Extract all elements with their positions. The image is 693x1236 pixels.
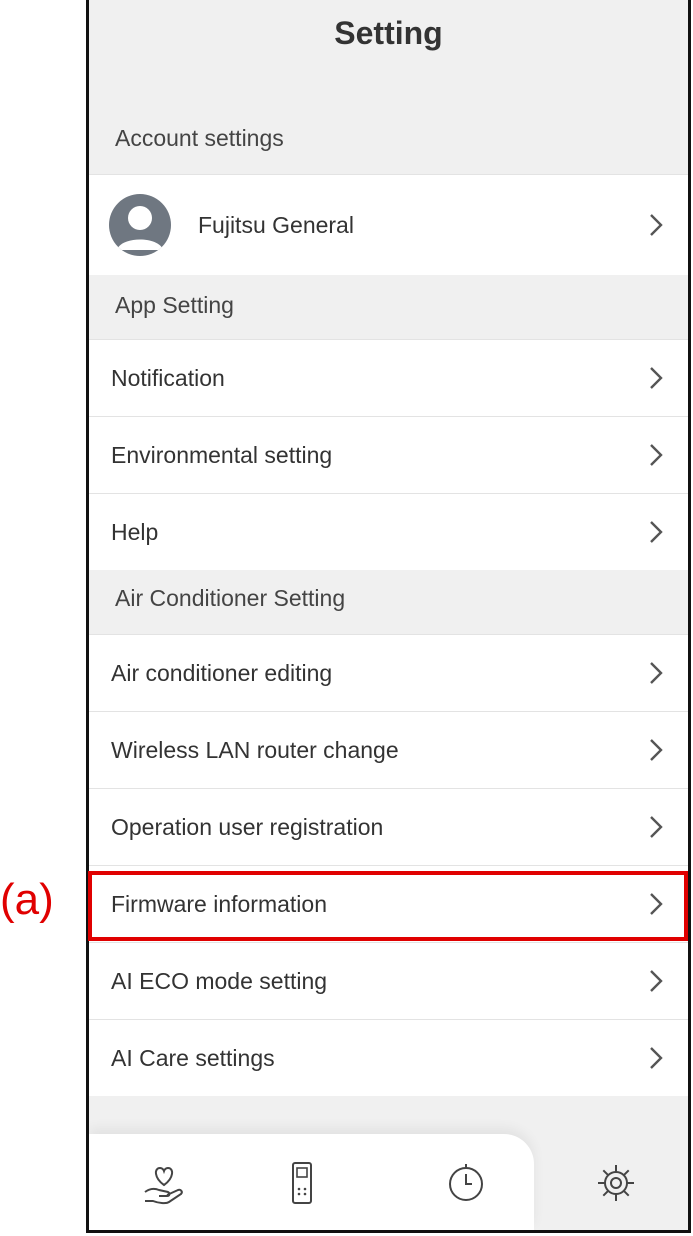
section-header-account: Account settings [89, 75, 688, 174]
menu-item-operation-user-registration[interactable]: Operation user registration [89, 788, 688, 865]
chevron-right-icon [650, 521, 663, 543]
section-header-app: App Setting [89, 275, 688, 339]
menu-item-label: Environmental setting [111, 441, 333, 468]
menu-item-ai-eco-mode-setting[interactable]: AI ECO mode setting [89, 942, 688, 1019]
menu-item-ai-care-settings[interactable]: AI Care settings [89, 1019, 688, 1096]
timer-icon [449, 1164, 483, 1201]
remote-control-icon [292, 1162, 312, 1204]
menu-item-label: Help [111, 518, 159, 545]
menu-item-notification[interactable]: Notification [89, 339, 688, 416]
menu-item-air-conditioner-editing[interactable]: Air conditioner editing [89, 634, 688, 711]
menu-item-label: Notification [111, 364, 225, 391]
annotation-label-a: (a) [0, 875, 54, 924]
chevron-right-icon [650, 1047, 663, 1069]
menu-item-environmental-setting[interactable]: Environmental setting [89, 416, 688, 493]
menu-item-label: Firmware information [111, 890, 327, 917]
heart-hand-icon [144, 1166, 183, 1205]
chevron-right-icon [650, 893, 663, 915]
chevron-right-icon [650, 367, 663, 389]
chevron-right-icon [650, 970, 663, 992]
tab-bar [89, 1134, 688, 1230]
menu-item-firmware-information[interactable]: Firmware information [89, 865, 688, 942]
avatar-icon [109, 194, 171, 256]
page-title: Setting [334, 15, 443, 51]
tab-settings[interactable] [591, 1158, 641, 1208]
tab-remote-control[interactable] [277, 1158, 327, 1208]
menu-item-label: AI Care settings [111, 1044, 275, 1071]
tab-timer[interactable] [441, 1158, 491, 1208]
menu-item-wireless-lan-router-change[interactable]: Wireless LAN router change [89, 711, 688, 788]
account-row[interactable]: Fujitsu General [89, 174, 688, 275]
menu-item-label: AI ECO mode setting [111, 967, 328, 994]
chevron-right-icon [650, 816, 663, 838]
menu-item-label: Wireless LAN router change [111, 736, 399, 763]
chevron-right-icon [650, 662, 663, 684]
chevron-right-icon [650, 739, 663, 761]
menu-item-help[interactable]: Help [89, 493, 688, 570]
chevron-right-icon [650, 444, 663, 466]
tab-heart-hand[interactable] [139, 1158, 189, 1208]
chevron-right-icon [650, 214, 663, 236]
account-name: Fujitsu General [198, 211, 354, 238]
section-header-air-conditioner: Air Conditioner Setting [89, 570, 688, 634]
menu-item-label: Air conditioner editing [111, 659, 333, 686]
phone-screen: Setting Account settings Fujitsu General… [86, 0, 691, 1233]
menu-item-label: Operation user registration [111, 813, 384, 840]
gear-icon [598, 1165, 634, 1201]
